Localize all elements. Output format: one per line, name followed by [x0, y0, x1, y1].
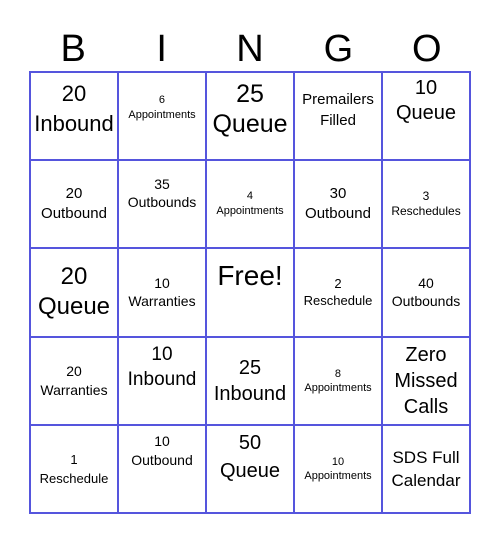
- header-letter-n: N: [236, 28, 264, 70]
- cell-text: Free!: [217, 260, 283, 292]
- cell-text: 2 Reschedule: [303, 276, 373, 309]
- cell-text: 10 Appointments: [304, 455, 372, 482]
- cell-text: 35 Outbounds: [127, 176, 197, 211]
- bingo-cell[interactable]: 25 Inbound: [206, 336, 294, 425]
- bingo-grid: 20 Inbound 6 Appointments 25 Queue Prema…: [29, 71, 471, 514]
- bingo-cell[interactable]: 2 Reschedule: [294, 248, 382, 337]
- bingo-cell[interactable]: 4 Appointments: [206, 160, 294, 249]
- bingo-cell[interactable]: 10 Appointments: [294, 424, 382, 513]
- cell-text: 30 Outbound: [305, 185, 371, 223]
- bingo-cell[interactable]: 25 Queue: [206, 72, 294, 161]
- header-letter-g: G: [323, 28, 354, 70]
- cell-text: 20 Inbound: [34, 81, 114, 136]
- bingo-cell[interactable]: 10 Queue: [382, 72, 470, 161]
- bingo-cell[interactable]: 6 Appointments: [118, 72, 206, 161]
- bingo-cell[interactable]: 3 Reschedules: [382, 160, 470, 249]
- header-letter-b: B: [60, 28, 86, 70]
- bingo-cell[interactable]: Zero Missed Calls: [382, 336, 470, 425]
- cell-text: 3 Reschedules: [391, 189, 461, 219]
- bingo-cell[interactable]: 8 Appointments: [294, 336, 382, 425]
- bingo-cell[interactable]: 10 Outbound: [118, 424, 206, 513]
- cell-text: 40 Outbounds: [391, 275, 461, 310]
- bingo-cell[interactable]: 35 Outbounds: [118, 160, 206, 249]
- bingo-cell[interactable]: 20 Queue: [30, 248, 118, 337]
- cell-text: Premailers Filled: [302, 91, 374, 129]
- cell-text: 10 Warranties: [128, 275, 196, 310]
- bingo-cell[interactable]: 20 Inbound: [30, 72, 118, 161]
- cell-text: 20 Warranties: [40, 362, 108, 398]
- bingo-header: B I N G O: [29, 26, 471, 72]
- cell-text: 10 Inbound: [127, 343, 197, 390]
- cell-text: 25 Queue: [212, 80, 288, 138]
- bingo-cell[interactable]: Premailers Filled: [294, 72, 382, 161]
- bingo-cell[interactable]: 10 Warranties: [118, 248, 206, 337]
- cell-text: 1 Reschedule: [39, 451, 109, 486]
- bingo-cell[interactable]: Free!: [206, 248, 294, 337]
- header-letter-o: O: [412, 28, 442, 70]
- bingo-cell[interactable]: 40 Outbounds: [382, 248, 470, 337]
- bingo-cell[interactable]: 20 Outbound: [30, 160, 118, 249]
- cell-text: 20 Queue: [37, 263, 111, 321]
- bingo-cell[interactable]: 50 Queue: [206, 424, 294, 513]
- cell-text: 50 Queue: [219, 431, 281, 482]
- bingo-cell[interactable]: SDS Full Calendar: [382, 424, 470, 513]
- bingo-cell[interactable]: 10 Inbound: [118, 336, 206, 425]
- bingo-cell[interactable]: 1 Reschedule: [30, 424, 118, 513]
- cell-text: 20 Outbound: [41, 185, 107, 223]
- cell-text: 8 Appointments: [304, 367, 372, 394]
- cell-text: Zero Missed Calls: [394, 343, 458, 418]
- header-letter-i: I: [156, 28, 167, 70]
- cell-text: 10 Outbound: [131, 432, 193, 468]
- cell-text: 10 Queue: [395, 77, 457, 124]
- cell-text: SDS Full Calendar: [391, 447, 461, 490]
- bingo-cell[interactable]: 20 Warranties: [30, 336, 118, 425]
- cell-text: 25 Inbound: [213, 356, 287, 405]
- bingo-cell[interactable]: 30 Outbound: [294, 160, 382, 249]
- cell-text: 6 Appointments: [128, 94, 196, 121]
- cell-text: 4 Appointments: [216, 190, 284, 218]
